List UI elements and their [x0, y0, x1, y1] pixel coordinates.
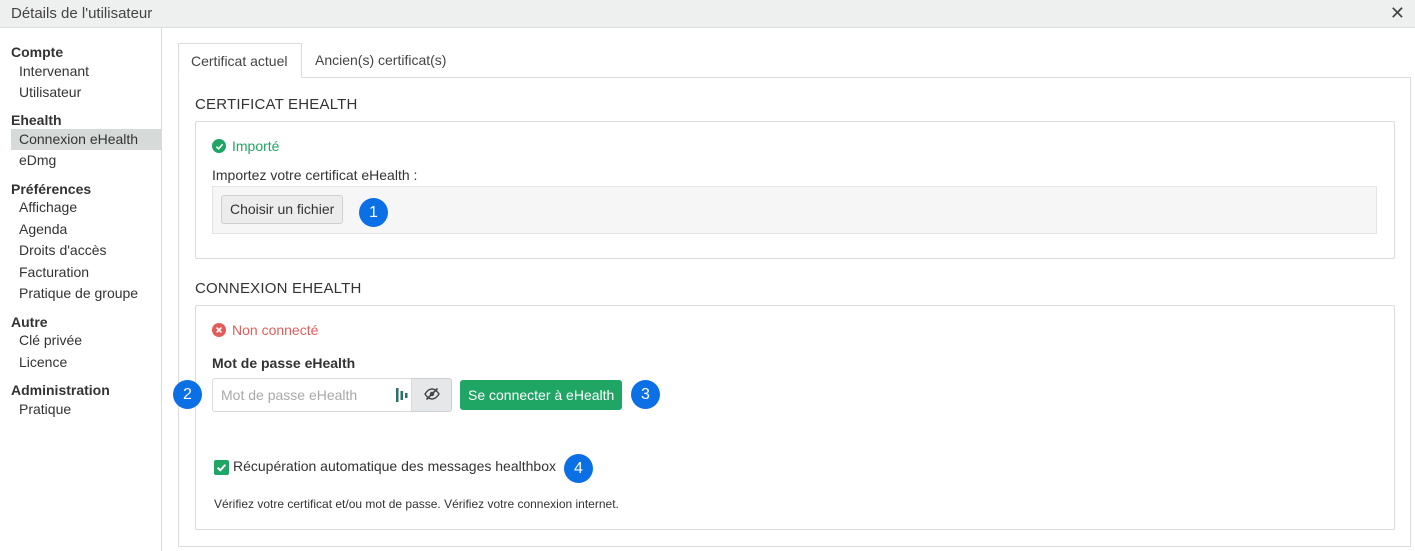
sidebar-group-compte: Compte: [11, 44, 64, 60]
connection-status: Non connecté: [212, 322, 318, 338]
certificate-box: Importé Importez votre certificat eHealt…: [195, 121, 1395, 259]
certificate-import-label: Importez votre certificat eHealth :: [212, 167, 418, 183]
sidebar-item-licence[interactable]: Licence: [11, 352, 161, 373]
toggle-password-visibility-button[interactable]: [412, 378, 452, 412]
connection-section-title: CONNEXION EHEALTH: [195, 280, 362, 297]
sidebar-item-affichage[interactable]: Affichage: [11, 197, 161, 218]
tab-panel: CERTIFICAT EHEALTH Importé Importez votr…: [173, 77, 1411, 547]
password-input[interactable]: [212, 378, 412, 412]
sidebar-item-pratique[interactable]: Pratique: [11, 399, 161, 420]
choose-file-button[interactable]: Choisir un fichier: [221, 195, 344, 224]
sidebar-item-cle-privee[interactable]: Clé privée: [11, 330, 161, 351]
eye-slash-icon: [423, 387, 440, 404]
sidebar-group-preferences: Préférences: [11, 181, 92, 197]
sidebar-item-pratique-de-groupe[interactable]: Pratique de groupe: [11, 283, 161, 304]
connection-status-text: Non connecté: [232, 322, 319, 338]
check-icon: [216, 460, 227, 476]
callout-marker-1: 1: [359, 198, 388, 227]
x-circle-icon: [212, 323, 226, 337]
window-titlebar: Détails de l'utilisateur ✕: [0, 0, 1415, 28]
sidebar-item-intervenant[interactable]: Intervenant: [11, 61, 161, 82]
sidebar: Compte Intervenant Utilisateur Ehealth C…: [0, 28, 162, 551]
window-title: Détails de l'utilisateur: [11, 5, 153, 22]
sidebar-group-ehealth: Ehealth: [11, 112, 62, 128]
sidebar-item-agenda[interactable]: Agenda: [11, 219, 161, 240]
sidebar-item-edmg[interactable]: eDmg: [11, 150, 161, 171]
connect-ehealth-button[interactable]: Se connecter à eHealth: [460, 380, 623, 410]
connection-hint: Vérifiez votre certificat et/ou mot de p…: [214, 497, 619, 511]
password-manager-icon[interactable]: [396, 387, 410, 403]
callout-marker-3: 3: [631, 380, 660, 409]
tab-certificat-actuel[interactable]: Certificat actuel: [178, 43, 302, 78]
tab-anciens-certificats[interactable]: Ancien(s) certificat(s): [303, 43, 458, 78]
sidebar-group-autre: Autre: [11, 314, 48, 330]
callout-marker-2: 2: [173, 380, 202, 409]
certificate-section-title: CERTIFICAT EHEALTH: [195, 96, 358, 113]
auto-fetch-checkbox[interactable]: [214, 460, 229, 475]
sidebar-item-facturation[interactable]: Facturation: [11, 262, 161, 283]
close-icon[interactable]: ✕: [1390, 3, 1405, 23]
sidebar-item-droits-acces[interactable]: Droits d'accès: [11, 240, 161, 261]
auto-fetch-label[interactable]: Récupération automatique des messages he…: [233, 458, 556, 474]
sidebar-item-utilisateur[interactable]: Utilisateur: [11, 82, 161, 103]
certificate-status-text: Importé: [232, 138, 280, 154]
callout-marker-4: 4: [564, 454, 593, 483]
certificate-status: Importé: [212, 138, 279, 154]
password-label: Mot de passe eHealth: [212, 355, 356, 371]
check-circle-icon: [212, 139, 226, 153]
connection-box: Non connecté Mot de passe eHealth Se con…: [195, 305, 1395, 530]
sidebar-group-administration: Administration: [11, 382, 110, 398]
sidebar-item-connexion-ehealth[interactable]: Connexion eHealth: [11, 129, 161, 150]
